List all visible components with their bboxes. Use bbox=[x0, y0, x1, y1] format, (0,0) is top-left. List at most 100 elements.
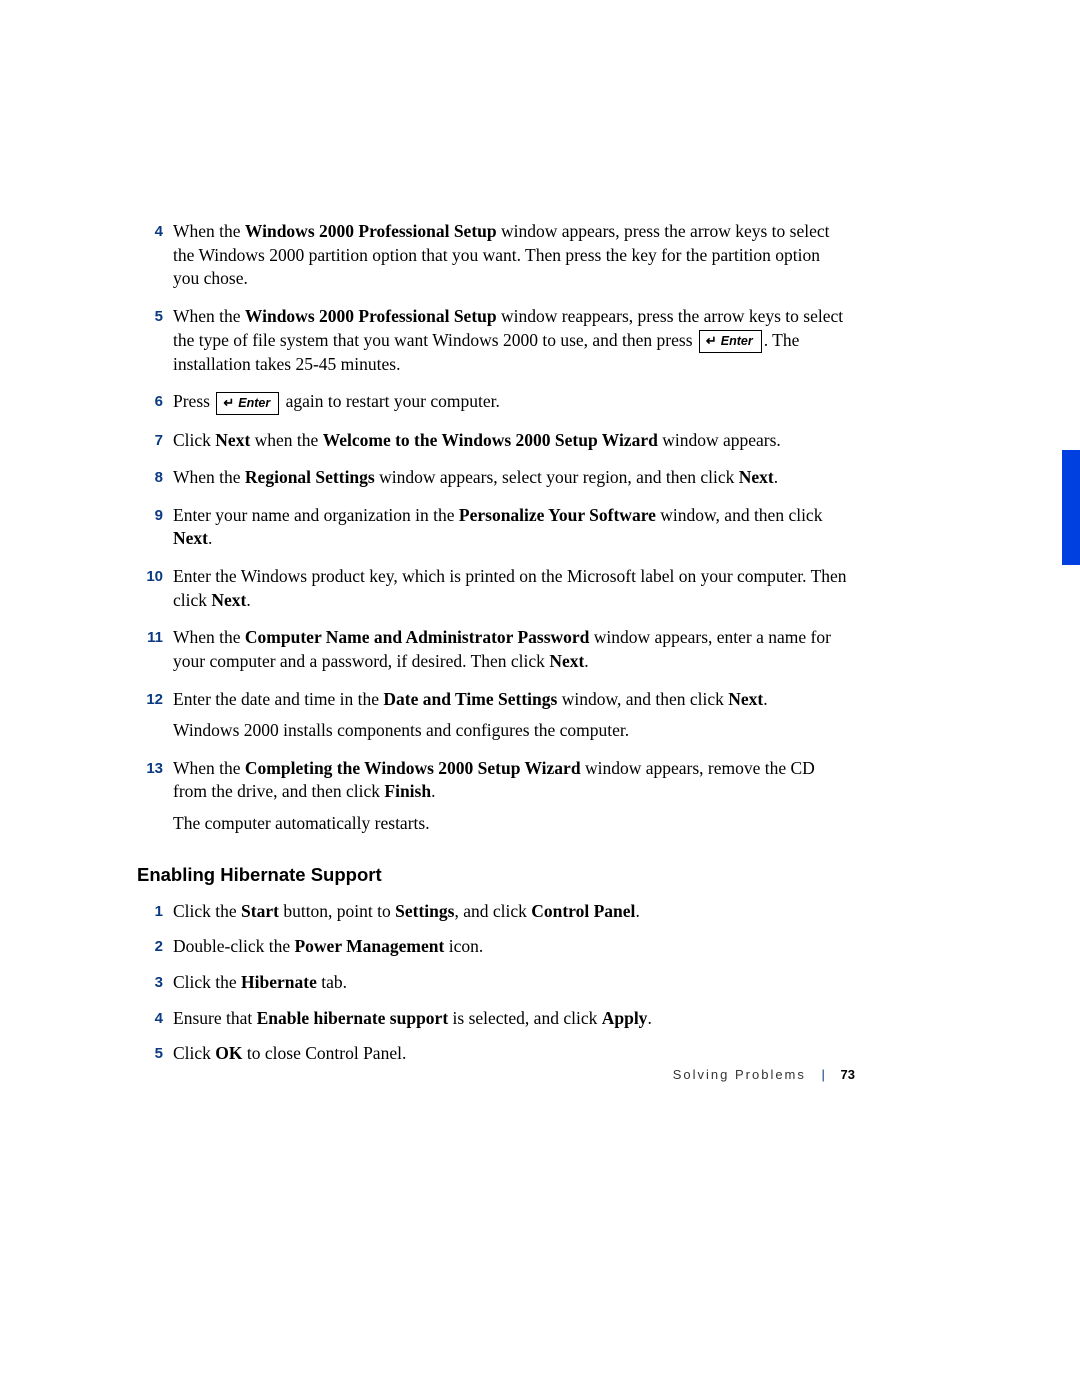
bold-text: Next bbox=[549, 651, 584, 671]
bold-text: Next bbox=[728, 689, 763, 709]
step-text: window appears. bbox=[658, 430, 781, 450]
key-label: Enter bbox=[721, 334, 753, 348]
step-text: . bbox=[584, 651, 588, 671]
step-text: . bbox=[635, 901, 639, 921]
hib-step-2: 2 Double-click the Power Management icon… bbox=[137, 935, 847, 959]
step-text: Press bbox=[173, 391, 214, 411]
enter-key-icon: ↵ Enter bbox=[699, 330, 762, 353]
step-text: tab. bbox=[317, 972, 347, 992]
hib-step-4: 4 Ensure that Enable hibernate support i… bbox=[137, 1007, 847, 1031]
enter-key-icon: ↵ Enter bbox=[216, 392, 279, 415]
step-text: When the bbox=[173, 758, 245, 778]
bold-text: Personalize Your Software bbox=[459, 505, 656, 525]
step-text: When the bbox=[173, 221, 245, 241]
bold-text: Hibernate bbox=[241, 972, 317, 992]
step-number: 5 bbox=[137, 1044, 163, 1064]
step-11: 11 When the Computer Name and Administra… bbox=[137, 626, 847, 673]
step-text: Click the bbox=[173, 901, 241, 921]
step-7: 7 Click Next when the Welcome to the Win… bbox=[137, 429, 847, 453]
step-note: The computer automatically restarts. bbox=[173, 812, 847, 836]
step-number: 12 bbox=[129, 690, 163, 710]
step-text: is selected, and click bbox=[448, 1008, 602, 1028]
bold-text: Enable hibernate support bbox=[257, 1008, 449, 1028]
hib-step-5: 5 Click OK to close Control Panel. bbox=[137, 1042, 847, 1066]
step-text: . bbox=[431, 781, 435, 801]
bold-text: Start bbox=[241, 901, 279, 921]
bold-text: Power Management bbox=[294, 936, 444, 956]
bold-text: Completing the Windows 2000 Setup Wizard bbox=[245, 758, 581, 778]
step-text: Click bbox=[173, 430, 215, 450]
step-number: 6 bbox=[137, 392, 163, 412]
step-text: Enter the Windows product key, which is … bbox=[173, 566, 847, 610]
step-4: 4 When the Windows 2000 Professional Set… bbox=[137, 220, 847, 291]
bold-text: Windows 2000 Professional Setup bbox=[245, 221, 497, 241]
step-13: 13 When the Completing the Windows 2000 … bbox=[137, 757, 847, 836]
step-text: Double-click the bbox=[173, 936, 294, 956]
step-12: 12 Enter the date and time in the Date a… bbox=[137, 688, 847, 743]
enter-symbol: ↵ bbox=[223, 395, 234, 410]
step-text: to close Control Panel. bbox=[243, 1043, 407, 1063]
bold-text: Finish bbox=[384, 781, 431, 801]
step-text: When the bbox=[173, 467, 245, 487]
key-label: Enter bbox=[238, 396, 270, 410]
step-5: 5 When the Windows 2000 Professional Set… bbox=[137, 305, 847, 376]
bold-text: Computer Name and Administrator Password bbox=[245, 627, 590, 647]
step-number: 10 bbox=[129, 567, 163, 587]
section-tab bbox=[1062, 450, 1080, 565]
step-number: 1 bbox=[137, 902, 163, 922]
bold-text: Settings bbox=[395, 901, 454, 921]
step-text: . bbox=[208, 528, 212, 548]
footer-section: Solving Problems bbox=[673, 1067, 806, 1082]
step-text: Enter your name and organization in the bbox=[173, 505, 459, 525]
step-text: When the bbox=[173, 306, 245, 326]
step-text: Ensure that bbox=[173, 1008, 257, 1028]
bold-text: Next bbox=[739, 467, 774, 487]
step-text: . bbox=[774, 467, 778, 487]
step-number: 13 bbox=[129, 759, 163, 779]
step-number: 5 bbox=[137, 307, 163, 327]
step-text: window appears, select your region, and … bbox=[375, 467, 739, 487]
step-number: 3 bbox=[137, 973, 163, 993]
step-number: 9 bbox=[137, 506, 163, 526]
hib-step-1: 1 Click the Start button, point to Setti… bbox=[137, 900, 847, 924]
bold-text: Control Panel bbox=[531, 901, 635, 921]
page-content: 4 When the Windows 2000 Professional Set… bbox=[137, 220, 847, 1078]
section-heading: Enabling Hibernate Support bbox=[137, 864, 847, 886]
bold-text: Welcome to the Windows 2000 Setup Wizard bbox=[323, 430, 658, 450]
step-text: button, point to bbox=[279, 901, 395, 921]
step-text: . bbox=[763, 689, 767, 709]
document-page: 4 When the Windows 2000 Professional Set… bbox=[0, 0, 1080, 1397]
bold-text: Next bbox=[215, 430, 250, 450]
step-6: 6 Press ↵ Enter again to restart your com… bbox=[137, 390, 847, 414]
step-text: Click bbox=[173, 1043, 215, 1063]
step-text: , and click bbox=[454, 901, 531, 921]
step-text: . bbox=[647, 1008, 651, 1028]
step-text: When the bbox=[173, 627, 245, 647]
bold-text: Next bbox=[173, 528, 208, 548]
page-footer: Solving Problems | 73 bbox=[673, 1067, 855, 1082]
setup-steps-list: 4 When the Windows 2000 Professional Set… bbox=[137, 220, 847, 836]
footer-separator: | bbox=[822, 1067, 825, 1082]
step-text: icon. bbox=[444, 936, 483, 956]
step-text: window, and then click bbox=[557, 689, 728, 709]
step-text: window, and then click bbox=[656, 505, 823, 525]
page-number: 73 bbox=[841, 1067, 855, 1082]
step-note: Windows 2000 installs components and con… bbox=[173, 719, 847, 743]
step-text: Enter the date and time in the bbox=[173, 689, 383, 709]
bold-text: Windows 2000 Professional Setup bbox=[245, 306, 497, 326]
step-9: 9 Enter your name and organization in th… bbox=[137, 504, 847, 551]
bold-text: Next bbox=[211, 590, 246, 610]
step-text: Click the bbox=[173, 972, 241, 992]
bold-text: OK bbox=[215, 1043, 242, 1063]
step-number: 4 bbox=[137, 222, 163, 242]
step-text: when the bbox=[250, 430, 322, 450]
step-number: 11 bbox=[129, 628, 163, 648]
step-text: again to restart your computer. bbox=[281, 391, 500, 411]
enter-symbol: ↵ bbox=[706, 333, 717, 348]
step-8: 8 When the Regional Settings window appe… bbox=[137, 466, 847, 490]
step-number: 8 bbox=[137, 468, 163, 488]
step-number: 7 bbox=[137, 431, 163, 451]
step-number: 2 bbox=[137, 937, 163, 957]
step-text: . bbox=[246, 590, 250, 610]
hib-step-3: 3 Click the Hibernate tab. bbox=[137, 971, 847, 995]
